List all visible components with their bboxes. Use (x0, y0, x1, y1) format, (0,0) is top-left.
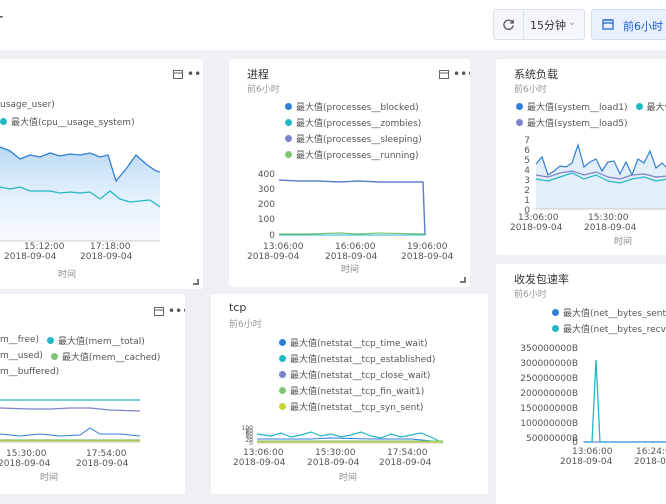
x-tick-date: 2018-09-04 (80, 252, 133, 262)
x-tick: 16:24:0 (636, 447, 666, 457)
memory-panel: ••• m__free)最大值(mem__total) m__used)最大值(… (0, 294, 185, 494)
x-tick: 13:06:00 (518, 213, 559, 223)
refresh-button[interactable] (494, 10, 524, 39)
refresh-interval-select[interactable]: 15分钟 (530, 17, 566, 33)
y-tick: 6 (524, 146, 530, 156)
y-tick: 4 (524, 166, 530, 176)
y-tick: 50000000B (526, 434, 578, 444)
x-tick: 17:18:00 (90, 242, 131, 252)
x-axis-label: 时间 (339, 471, 357, 483)
x-axis-label: 时间 (58, 268, 76, 280)
y-tick: 300000000B (520, 359, 578, 369)
y-tick: 1 (524, 196, 530, 206)
x-tick-date: 2018-09-04 (510, 223, 563, 233)
x-tick: 15:30:00 (6, 449, 47, 459)
x-tick-date: 2018-09-04 (634, 457, 666, 467)
x-tick: 15:30:00 (588, 213, 629, 223)
x-tick-date: 2018-09-04 (379, 458, 432, 468)
time-range-button[interactable]: 前6小时 (591, 9, 666, 40)
calendar-icon (602, 19, 614, 30)
x-tick-date: 2018-09-04 (401, 252, 454, 262)
system-load-chart: 7 6 5 4 3 2 1 0 13:06:00 15:30:00 2018-0… (510, 136, 666, 247)
refresh-control: 15分钟 ⌄ (493, 9, 585, 40)
tcp-chart: 100 80 60 40 20 0 13:06:00 15:30:00 17:5… (233, 425, 444, 483)
resize-handle[interactable] (460, 277, 466, 283)
x-tick-date: 2018-09-04 (560, 457, 613, 467)
x-axis-label: 时间 (614, 235, 632, 247)
y-tick: 250000000B (520, 374, 578, 384)
memory-chart: 15:30:00 17:54:00 2018-09-04 2018-09-04 … (0, 399, 141, 483)
y-tick: 0 (249, 440, 253, 447)
y-tick: 2 (524, 186, 530, 196)
x-tick: 17:54:00 (86, 449, 127, 459)
processes-panel: 进程 前6小时 ••• 最大值(processes__blocked) 最大值(… (229, 59, 470, 287)
y-tick: 3 (524, 176, 530, 186)
y-tick: 0 (269, 231, 275, 241)
x-tick: 19:06:00 (407, 242, 448, 252)
y-tick: 350000000B (520, 344, 578, 354)
x-tick-date: 2018-09-04 (0, 459, 51, 469)
x-tick-date: 2018-09-04 (4, 252, 57, 262)
x-tick-date: 2018-09-04 (325, 252, 378, 262)
cpu-panel: ••• usage_user) 最大值(cpu__usage_system) 1… (0, 59, 203, 289)
y-tick: 100000000B (520, 419, 578, 429)
x-tick-date: 2018-09-04 (233, 458, 286, 468)
x-tick-date: 2018-09-04 (247, 252, 300, 262)
y-tick: 200 (258, 200, 275, 210)
dashboard-title: r (0, 10, 3, 29)
y-tick: 100 (258, 215, 275, 225)
network-rate-chart: 350000000B 300000000B 250000000B 2000000… (520, 344, 666, 467)
time-range-label: 前6小时 (623, 20, 663, 33)
refresh-icon (503, 19, 514, 31)
chevron-down-icon[interactable]: ⌄ (568, 17, 576, 28)
x-tick: 15:12:00 (24, 242, 65, 252)
cpu-chart: 15:12:00 17:18:00 2018-09-04 2018-09-04 … (0, 146, 161, 280)
x-axis-label: 时间 (341, 263, 359, 275)
y-tick: 150000000B (520, 404, 578, 414)
x-tick: 16:06:00 (335, 242, 376, 252)
processes-chart: 400 300 200 100 0 13:06:00 16:06:00 19:0… (247, 170, 454, 275)
x-axis-label: 时间 (40, 471, 58, 483)
x-tick-date: 2018-09-04 (307, 458, 360, 468)
y-tick: 300 (258, 185, 275, 195)
x-tick-date: 2018-09-04 (584, 223, 637, 233)
system-load-panel: 系统负载 前6小时 最大值(system__load1)最大值( 最大值(sys… (496, 59, 666, 255)
x-tick-date: 2018-09-04 (76, 459, 129, 469)
y-tick: 7 (524, 136, 530, 146)
tcp-panel: tcp 前6小时 最大值(netstat__tcp_time_wait) 最大值… (211, 294, 488, 494)
x-tick: 13:06:00 (243, 448, 284, 458)
x-tick: 17:54:00 (387, 448, 428, 458)
x-tick: 13:06:00 (572, 447, 613, 457)
x-tick: 13:06:00 (263, 242, 304, 252)
top-bar: r 15分钟 ⌄ 前6小时 (0, 0, 666, 50)
y-tick: 200000000B (520, 389, 578, 399)
y-tick: 5 (524, 156, 530, 166)
network-rate-panel: 收发包速率 前6小时 最大值(net__bytes_sent_p 最大值(net… (496, 264, 666, 504)
resize-handle[interactable] (193, 279, 199, 285)
y-tick: 400 (258, 170, 275, 180)
x-tick: 15:30:00 (315, 448, 356, 458)
